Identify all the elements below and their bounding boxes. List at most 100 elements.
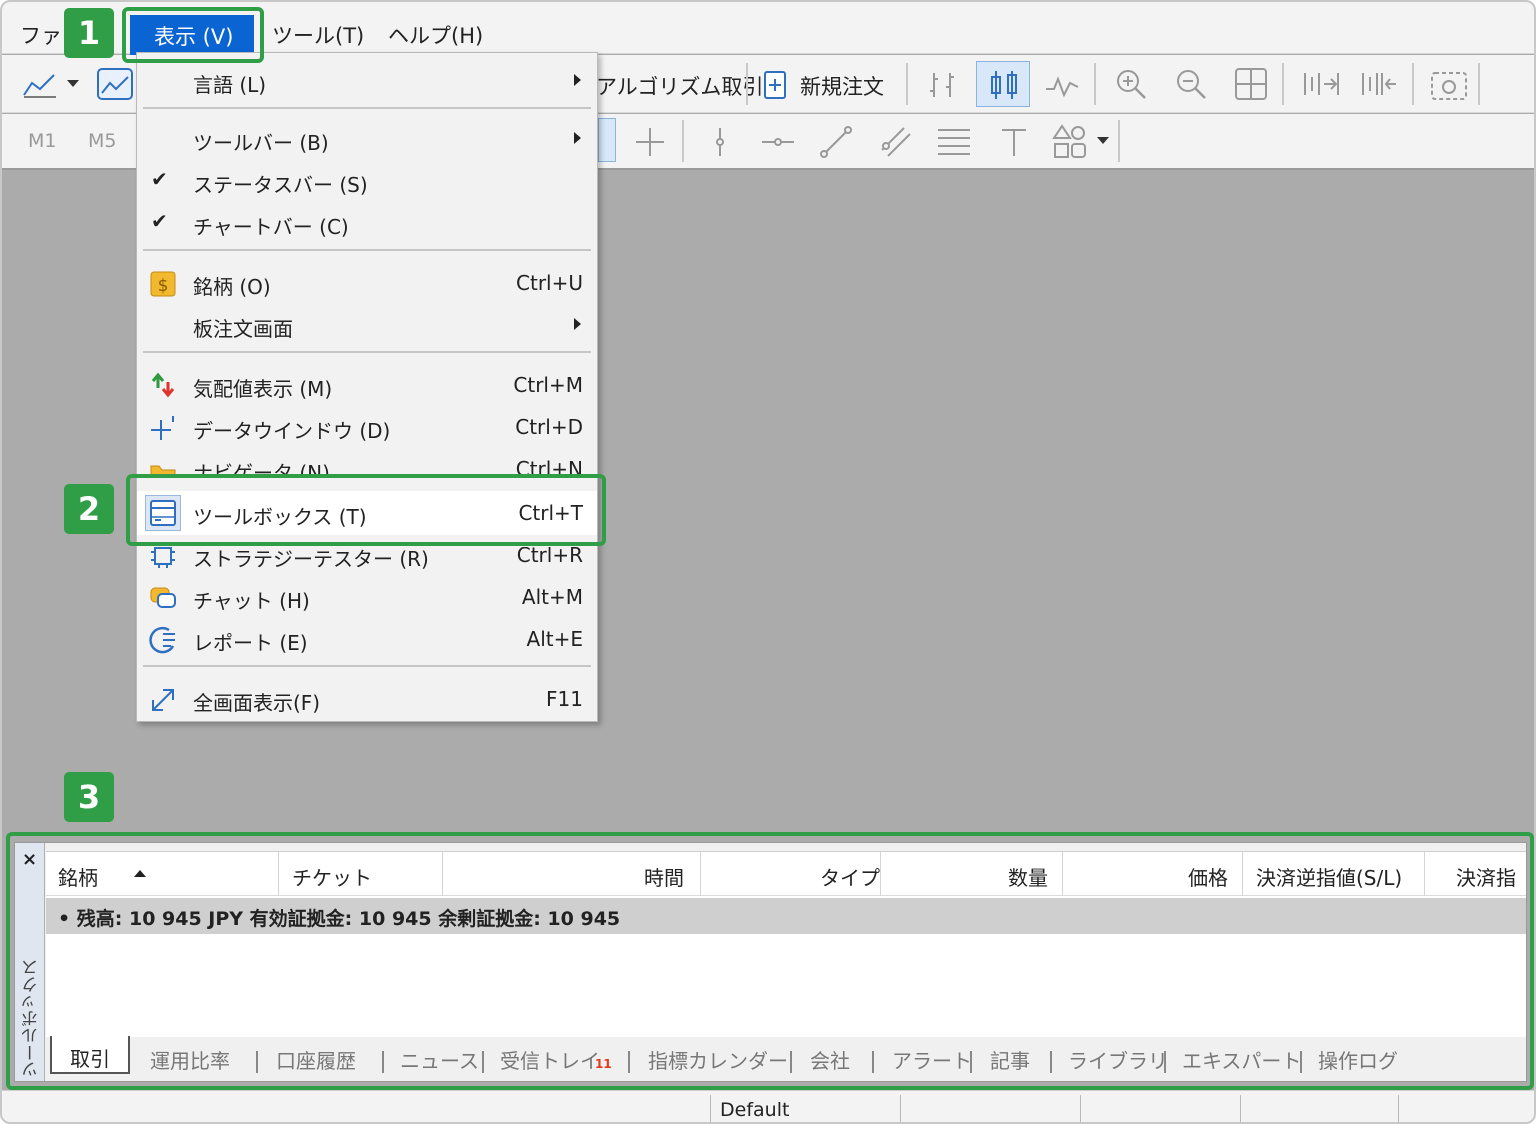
menu-item-depth-of-market[interactable]: 板注文画面 bbox=[137, 305, 597, 345]
chevron-down-icon[interactable] bbox=[66, 79, 80, 89]
timeframe-m1[interactable]: M1 bbox=[28, 130, 56, 152]
autoscroll-icon[interactable] bbox=[1358, 69, 1398, 99]
menu-item-shortcut: Ctrl+R bbox=[516, 547, 583, 567]
submenu-arrow-icon bbox=[574, 74, 581, 86]
menu-item-label: 銘柄 (O) bbox=[193, 275, 271, 299]
chip-icon bbox=[151, 547, 175, 568]
menu-item-symbols[interactable]: $ 銘柄 (O) Ctrl+U bbox=[137, 263, 597, 303]
menu-item-label: 板注文画面 bbox=[193, 317, 293, 341]
status-profile: Default bbox=[720, 1099, 790, 1121]
svg-text:$: $ bbox=[158, 276, 169, 296]
zoom-out-icon[interactable] bbox=[1174, 67, 1208, 101]
line-mode-icon[interactable] bbox=[1044, 71, 1080, 99]
crosshair-icon bbox=[151, 416, 174, 440]
horizontal-line-icon[interactable] bbox=[760, 124, 796, 160]
menu-item-label: 気配値表示 (M) bbox=[193, 377, 333, 401]
menu-item-label: チャット (H) bbox=[193, 589, 310, 613]
highlight-toolbox-panel bbox=[6, 832, 1534, 1090]
menu-item-navigator[interactable]: ナビゲータ (N) Ctrl+N bbox=[137, 449, 597, 475]
menu-item-label: ナビゲータ (N) bbox=[193, 461, 330, 475]
menu-item-toolbars[interactable]: ツールバー (B) bbox=[137, 119, 597, 159]
chart-shift-icon[interactable] bbox=[1300, 69, 1340, 99]
menu-item-strategy-tester[interactable]: ストラテジーテスター (R) Ctrl+R bbox=[137, 547, 597, 569]
fullscreen-icon bbox=[152, 689, 174, 711]
toolbar-separator bbox=[1118, 120, 1120, 162]
status-bar: Default bbox=[2, 1090, 1534, 1122]
toolbar-separator bbox=[1094, 63, 1096, 105]
channel-icon[interactable] bbox=[878, 124, 914, 160]
menu-item-shortcut: Ctrl+D bbox=[515, 415, 583, 439]
zoom-in-icon[interactable] bbox=[1114, 67, 1148, 101]
menu-item-chartbar[interactable]: ✔ チャートバー (C) bbox=[137, 203, 597, 243]
menu-item-language[interactable]: 言語 (L) bbox=[137, 61, 597, 101]
menu-item-label: 言語 (L) bbox=[193, 73, 267, 97]
submenu-arrow-icon bbox=[574, 132, 581, 144]
menu-separator bbox=[143, 351, 591, 353]
menu-item-chat[interactable]: チャット (H) Alt+M bbox=[137, 577, 597, 617]
view-menu-dropdown: 言語 (L) ツールバー (B) ✔ ステータスバー (S) ✔ チャートバー … bbox=[136, 52, 598, 722]
menu-item-shortcut: Alt+E bbox=[526, 627, 583, 651]
status-separator bbox=[1080, 1095, 1081, 1122]
chart-window-icon[interactable] bbox=[96, 67, 134, 101]
menu-item-label: ストラテジーテスター (R) bbox=[193, 547, 429, 569]
menu-item-label: ツールバー (B) bbox=[193, 131, 329, 155]
menu-tools[interactable]: ツール(T) bbox=[272, 20, 364, 50]
dollar-icon: $ bbox=[150, 271, 176, 297]
submenu-arrow-icon bbox=[574, 318, 581, 330]
step-badge-2: 2 bbox=[64, 484, 114, 534]
screenshot-icon[interactable] bbox=[1430, 67, 1470, 103]
status-separator bbox=[900, 1095, 901, 1122]
toolbar-separator bbox=[1412, 63, 1414, 105]
toolbar-separator bbox=[906, 63, 908, 105]
candlestick-icon[interactable] bbox=[988, 69, 1020, 101]
toolbar-separator bbox=[746, 63, 748, 105]
menu-item-label: データウインドウ (D) bbox=[193, 419, 391, 443]
algo-trading-button[interactable]: アルゴリズム取引 bbox=[596, 71, 763, 101]
chevron-down-icon[interactable] bbox=[1096, 136, 1110, 146]
menu-item-label: レポート (E) bbox=[193, 631, 308, 655]
menu-item-label: ステータスバー (S) bbox=[193, 173, 368, 197]
timeframe-m5[interactable]: M5 bbox=[88, 130, 116, 152]
menu-item-statusbar[interactable]: ✔ ステータスバー (S) bbox=[137, 161, 597, 201]
toolbar-separator bbox=[682, 120, 684, 162]
crosshair-icon[interactable] bbox=[632, 124, 668, 160]
check-icon: ✔ bbox=[151, 209, 168, 233]
step-badge-1: 1 bbox=[64, 8, 114, 58]
terminal-window: ファイ 表示 (V) ツール(T) ヘルプ(H) アルゴリズム取引 新規注文 M… bbox=[0, 0, 1536, 1124]
menu-item-shortcut: Alt+M bbox=[521, 585, 583, 609]
menu-separator bbox=[143, 107, 591, 109]
new-order-icon[interactable] bbox=[762, 69, 790, 101]
fibonacci-icon[interactable] bbox=[936, 124, 972, 160]
market-watch-icon bbox=[151, 372, 175, 398]
tile-windows-icon[interactable] bbox=[1234, 67, 1268, 101]
check-icon: ✔ bbox=[151, 167, 168, 191]
line-chart-icon[interactable] bbox=[22, 69, 58, 99]
status-separator bbox=[1240, 1095, 1241, 1122]
menu-item-fullscreen[interactable]: 全画面表示(F) F11 bbox=[137, 679, 597, 719]
toolbar-separator bbox=[1282, 63, 1284, 105]
toolbar-separator bbox=[1478, 63, 1480, 105]
menu-item-label: 全画面表示(F) bbox=[193, 691, 321, 715]
new-order-button[interactable]: 新規注文 bbox=[800, 71, 884, 101]
cursor-button[interactable] bbox=[598, 118, 616, 162]
status-separator bbox=[1398, 1095, 1399, 1122]
menu-separator bbox=[143, 665, 591, 667]
shapes-icon[interactable] bbox=[1052, 124, 1088, 160]
menu-item-report[interactable]: レポート (E) Alt+E bbox=[137, 619, 597, 659]
step-badge-3: 3 bbox=[64, 772, 114, 822]
bar-chart-icon[interactable] bbox=[926, 69, 962, 101]
folder-icon bbox=[150, 465, 176, 475]
menu-item-market-watch[interactable]: 気配値表示 (M) Ctrl+M bbox=[137, 365, 597, 405]
report-icon bbox=[149, 626, 175, 654]
chat-icon bbox=[150, 587, 176, 608]
highlight-toolbox-item bbox=[126, 474, 606, 546]
trendline-icon[interactable] bbox=[818, 124, 854, 160]
menu-help[interactable]: ヘルプ(H) bbox=[388, 20, 483, 50]
menu-item-shortcut: Ctrl+N bbox=[515, 457, 583, 475]
text-icon[interactable] bbox=[998, 124, 1030, 160]
vertical-line-icon[interactable] bbox=[702, 124, 738, 160]
status-separator bbox=[710, 1095, 711, 1122]
menu-item-data-window[interactable]: データウインドウ (D) Ctrl+D bbox=[137, 407, 597, 447]
menu-item-shortcut: F11 bbox=[546, 687, 583, 711]
menu-separator bbox=[143, 249, 591, 251]
